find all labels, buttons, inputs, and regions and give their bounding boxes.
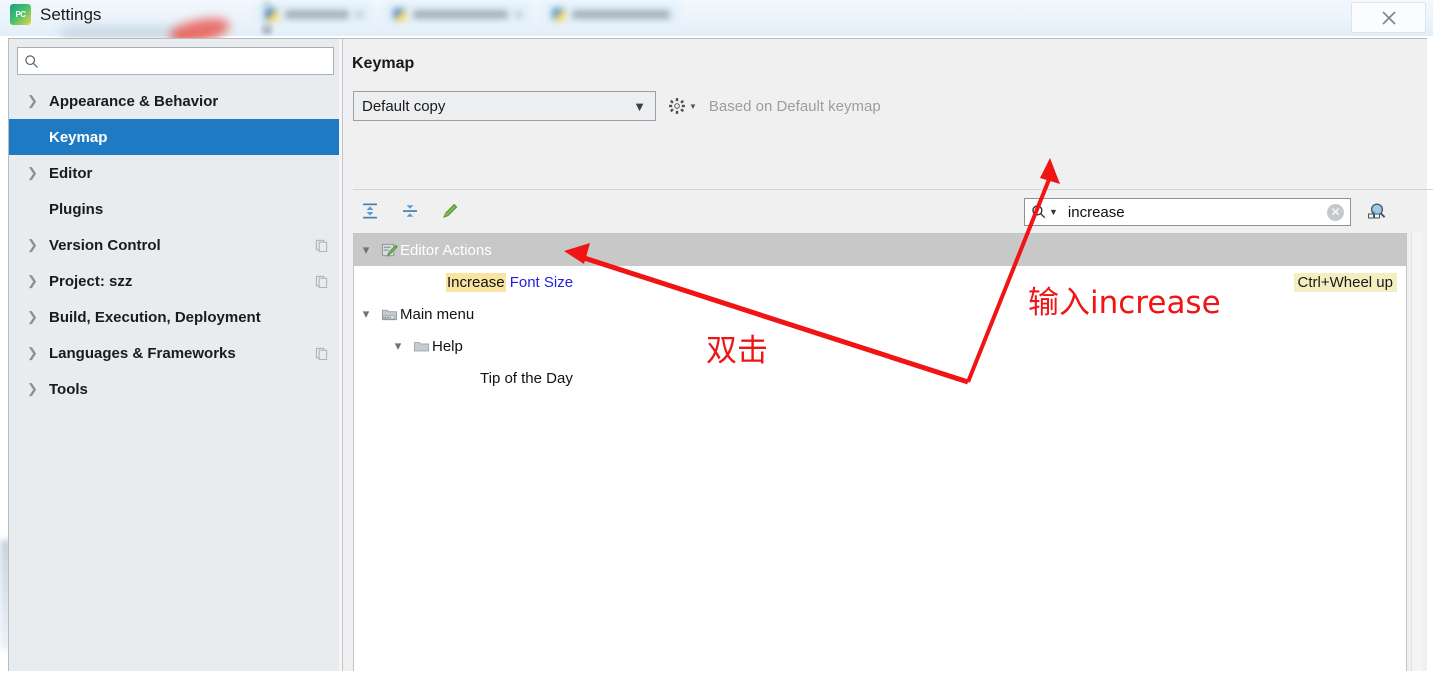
keymap-selector-row: Default copy ▼ ▼ Based on Default keymap <box>353 91 881 121</box>
main-menu-icon <box>378 306 400 323</box>
chevron-right-icon[interactable]: ❯ <box>27 309 49 325</box>
find-by-shortcut-button[interactable] <box>1364 199 1390 225</box>
sidebar-item-label: Project: szz <box>49 272 133 290</box>
chevron-down-icon[interactable]: ▼ <box>633 99 646 114</box>
project-scope-icon <box>315 239 328 252</box>
chevron-right-icon[interactable]: ❯ <box>27 381 49 397</box>
gear-icon <box>669 98 685 114</box>
sidebar-tree: ❯ Appearance & Behavior ❯ Keymap ❯ Edito… <box>9 83 342 407</box>
chevron-down-icon[interactable]: ▾ <box>386 338 410 354</box>
tree-row-label: Help <box>432 337 463 355</box>
sidebar-item-label: Languages & Frameworks <box>49 344 236 362</box>
settings-sidebar: ❯ Appearance & Behavior ❯ Keymap ❯ Edito… <box>9 39 343 671</box>
keymap-actions-tree: ▾ Editor Actions Increase Font Size Ctrl… <box>353 233 1407 671</box>
window-close-button[interactable] <box>1351 2 1426 33</box>
sidebar-item-languages-frameworks[interactable]: ❯ Languages & Frameworks <box>9 335 342 371</box>
close-icon <box>1381 10 1396 25</box>
tree-row-editor-actions[interactable]: ▾ Editor Actions <box>354 234 1406 266</box>
sidebar-item-label: Editor <box>49 164 93 182</box>
sidebar-item-plugins[interactable]: ❯ Plugins <box>9 191 342 227</box>
keymap-find-box[interactable]: ▼ ✕ <box>1024 198 1351 226</box>
keymap-select-value: Default copy <box>362 97 446 115</box>
dialog-titlebar: Settings <box>10 4 101 25</box>
chevron-right-icon[interactable]: ❯ <box>27 273 49 289</box>
expand-all-button[interactable] <box>357 198 383 224</box>
tree-row-tip-of-the-day[interactable]: Tip of the Day <box>354 362 1406 394</box>
caret-down-icon[interactable]: ▼ <box>1049 207 1058 217</box>
chevron-down-icon[interactable]: ▾ <box>354 242 378 258</box>
keymap-settings-button[interactable]: ▼ <box>668 97 697 115</box>
tree-row-label: Tip of the Day <box>480 369 573 387</box>
sidebar-item-version-control[interactable]: ❯ Version Control <box>9 227 342 263</box>
sidebar-item-project[interactable]: ❯ Project: szz <box>9 263 342 299</box>
keymap-toolbar <box>357 198 463 224</box>
chevron-right-icon[interactable]: ❯ <box>27 93 49 109</box>
sidebar-item-label: Build, Execution, Deployment <box>49 308 261 326</box>
sidebar-item-keymap[interactable]: ❯ Keymap <box>9 119 342 155</box>
close-icon <box>515 10 522 18</box>
close-icon <box>356 10 363 18</box>
sidebar-search-wrap <box>9 39 342 81</box>
keymap-panel: Keymap Default copy ▼ ▼ Based on Default… <box>343 39 1433 671</box>
blurred-tab-2 <box>383 2 532 26</box>
blurred-tab-3 <box>542 2 680 26</box>
find-by-shortcut-icon <box>1368 203 1386 219</box>
search-icon <box>1032 205 1046 219</box>
editor-actions-icon <box>378 242 400 259</box>
based-on-label: Based on Default keymap <box>708 97 881 115</box>
sidebar-item-appearance-behavior[interactable]: ❯ Appearance & Behavior <box>9 83 342 119</box>
sidebar-item-label: Tools <box>49 380 88 398</box>
settings-search-input[interactable] <box>45 52 327 70</box>
pycharm-icon <box>10 4 31 25</box>
caret-down-icon: ▼ <box>689 101 697 111</box>
page-title: Keymap <box>352 55 415 72</box>
chevron-down-icon[interactable]: ▾ <box>354 306 378 322</box>
dialog-title: Settings <box>40 4 102 24</box>
sidebar-item-tools[interactable]: ❯ Tools <box>9 371 342 407</box>
python-file-icon <box>265 7 278 21</box>
chevron-right-icon[interactable]: ❯ <box>27 165 49 181</box>
tree-row-main-menu[interactable]: ▾ Main menu <box>354 298 1406 330</box>
blurred-tab-label <box>572 9 670 19</box>
settings-search-box[interactable] <box>17 47 334 75</box>
tree-row-label-rest: Font Size <box>505 273 574 291</box>
sidebar-item-editor[interactable]: ❯ Editor <box>9 155 342 191</box>
chevron-right-icon[interactable]: ❯ <box>27 237 49 253</box>
sidebar-item-label: Appearance & Behavior <box>49 92 219 110</box>
collapse-all-button[interactable] <box>397 198 423 224</box>
sidebar-item-label: Version Control <box>49 236 161 254</box>
shortcut-badge: Ctrl+Wheel up <box>1293 272 1397 292</box>
blurred-editor-tabs <box>255 0 680 30</box>
tree-row-label: Main menu <box>400 305 475 323</box>
keymap-find-input[interactable] <box>1061 202 1323 222</box>
search-icon <box>25 54 38 68</box>
tree-row-increase-font-size[interactable]: Increase Font Size Ctrl+Wheel up <box>354 266 1406 298</box>
tree-row-label: Increase Font Size <box>446 272 574 292</box>
blurred-tab-label <box>285 9 349 19</box>
keymap-select[interactable]: Default copy ▼ <box>353 91 656 121</box>
python-file-icon <box>393 7 406 21</box>
sidebar-item-label: Plugins <box>49 200 104 218</box>
settings-dialog: ❯ Appearance & Behavior ❯ Keymap ❯ Edito… <box>8 38 1433 671</box>
sidebar-item-build-execution-deployment[interactable]: ❯ Build, Execution, Deployment <box>9 299 342 335</box>
clear-search-button[interactable]: ✕ <box>1327 203 1344 221</box>
actions-tree-scrollbar[interactable] <box>1411 233 1422 671</box>
tree-row-help[interactable]: ▾ Help <box>354 330 1406 362</box>
python-file-icon <box>552 7 565 21</box>
separator <box>353 189 1433 190</box>
blurred-tab-1 <box>255 2 373 26</box>
folder-icon <box>410 338 432 355</box>
chevron-right-icon[interactable]: ❯ <box>27 345 49 361</box>
sidebar-item-label: Keymap <box>49 128 108 146</box>
edit-shortcut-button[interactable] <box>437 198 463 224</box>
project-scope-icon <box>315 275 328 288</box>
tree-row-label: Editor Actions <box>400 241 492 259</box>
expand-all-icon <box>363 203 377 219</box>
pencil-icon <box>443 203 458 218</box>
blurred-tab-label <box>413 9 508 19</box>
sidebar-scrollbar[interactable] <box>339 39 342 671</box>
project-scope-icon <box>315 347 328 360</box>
search-match-highlight: Increase <box>446 272 506 292</box>
collapse-all-icon <box>403 205 417 217</box>
